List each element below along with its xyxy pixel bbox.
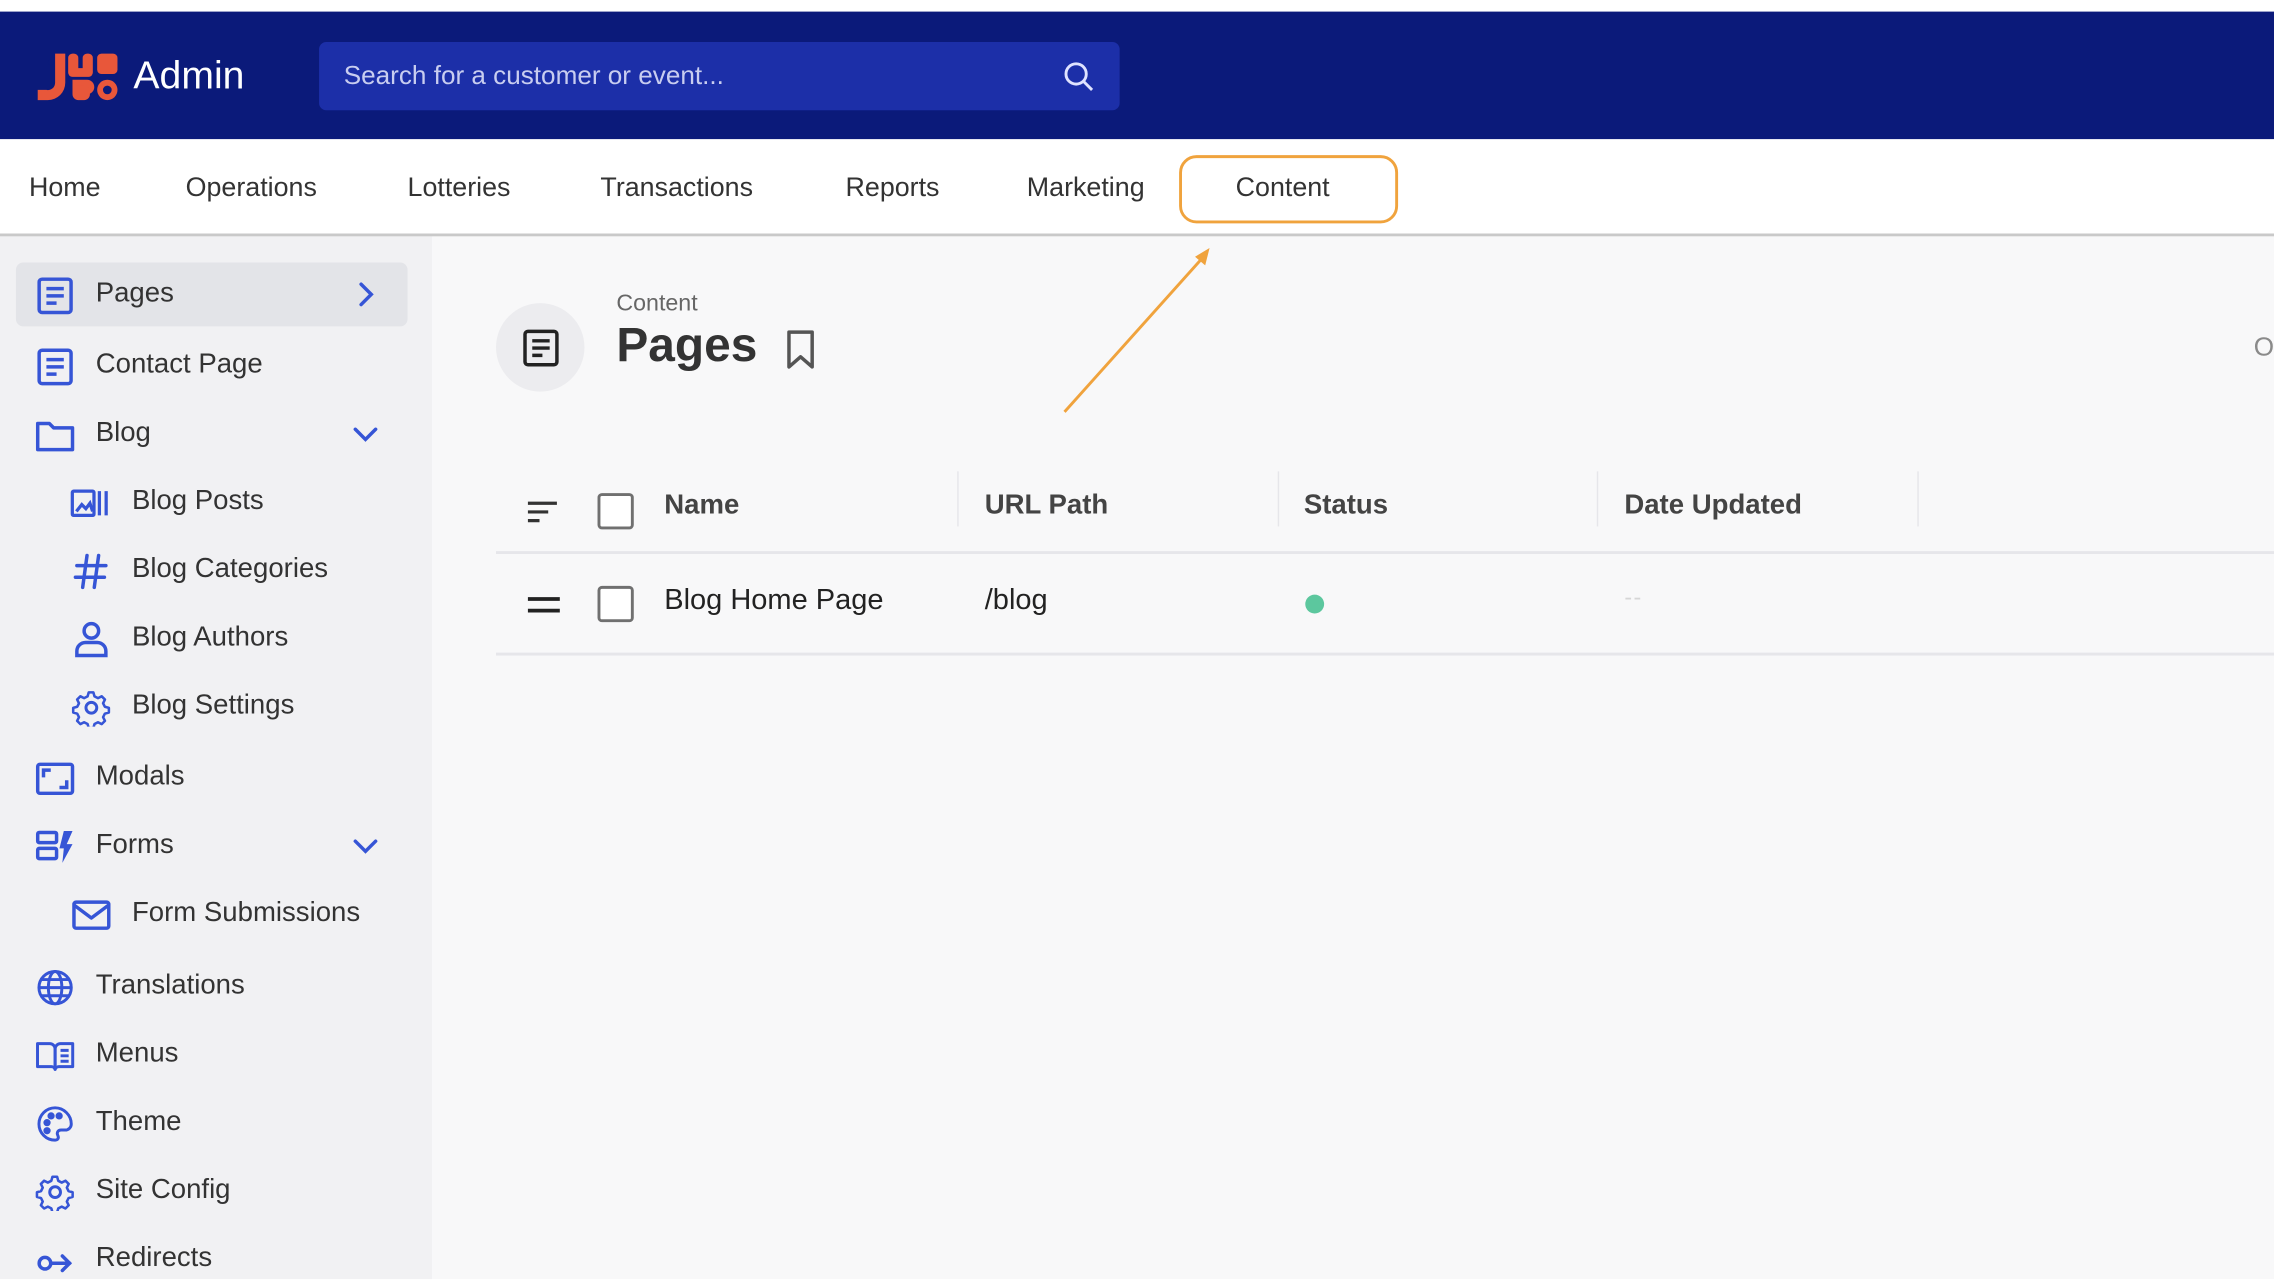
tab-operations[interactable]: Operations <box>186 171 317 203</box>
form-icon <box>35 830 73 863</box>
sidebar-item-blog-posts[interactable]: Blog Posts <box>16 470 408 534</box>
page-header-icon <box>496 303 585 392</box>
hash-icon <box>73 553 108 590</box>
app-header: Admin <box>0 11 2274 140</box>
sidebar-item-label: Blog Posts <box>131 485 264 517</box>
column-divider <box>1596 471 1599 527</box>
tab-home[interactable]: Home <box>29 171 101 203</box>
sidebar-item-site-config[interactable]: Site Config <box>16 1159 408 1223</box>
status-indicator <box>1305 594 1325 614</box>
sidebar-item-label: Theme <box>95 1106 182 1138</box>
sidebar-item-blog[interactable]: Blog <box>16 402 408 466</box>
app-window: Admin Home Operations Lotteries Transact… <box>0 0 2274 1280</box>
search-icon[interactable] <box>1062 59 1097 94</box>
sidebar-item-label: Blog Settings <box>131 690 295 721</box>
sidebar-item-modals[interactable]: Modals <box>16 745 408 809</box>
logo-icon <box>37 53 118 101</box>
search-input[interactable] <box>319 42 1045 111</box>
gear-icon <box>71 691 111 727</box>
row-date-updated: -- <box>1624 585 1643 611</box>
sidebar: Pages Contact Page Blog Blog Posts Blog … <box>0 236 433 1280</box>
top-strip <box>0 0 2274 12</box>
chevron-right-icon[interactable] <box>351 280 380 309</box>
sidebar-item-label: Form Submissions <box>131 897 361 929</box>
tab-transactions[interactable]: Transactions <box>600 171 753 203</box>
table-row[interactable]: Blog Home Page /blog -- <box>496 554 2274 656</box>
page-title: Pages <box>616 317 758 372</box>
sidebar-item-label: Forms <box>95 829 174 861</box>
sidebar-item-blog-categories[interactable]: Blog Categories <box>16 538 408 602</box>
folder-icon <box>35 421 75 452</box>
column-divider <box>1917 471 1919 527</box>
row-url-path: /blog <box>984 584 1048 617</box>
tab-lotteries[interactable]: Lotteries <box>408 171 511 203</box>
column-header-date-updated[interactable]: Date Updated <box>1624 490 1802 522</box>
book-icon <box>36 1042 75 1071</box>
row-name[interactable]: Blog Home Page <box>664 584 883 617</box>
tab-reports[interactable]: Reports <box>846 171 940 203</box>
column-header-url-path[interactable]: URL Path <box>985 490 1109 522</box>
sidebar-item-label: Contact Page <box>95 349 263 380</box>
sidebar-item-label: Pages <box>95 278 174 309</box>
sidebar-item-translations[interactable]: Translations <box>16 954 408 1018</box>
sidebar-item-label: Blog <box>95 417 151 449</box>
sidebar-item-contact-page[interactable]: Contact Page <box>16 334 408 398</box>
search-bar[interactable] <box>319 42 1120 111</box>
sidebar-item-label: Translations <box>95 970 245 1001</box>
main-content: Content Pages O Name URL Path Status Dat… <box>432 236 2274 1280</box>
sidebar-item-redirects[interactable]: Redirects <box>16 1227 408 1279</box>
drag-handle-icon[interactable] <box>526 595 561 615</box>
sidebar-item-blog-authors[interactable]: Blog Authors <box>16 606 408 670</box>
document-icon <box>37 348 73 386</box>
sidebar-item-label: Blog Authors <box>131 622 289 653</box>
select-all-checkbox[interactable] <box>597 493 634 530</box>
truncated-action[interactable]: O <box>2254 332 2274 362</box>
column-divider <box>957 471 959 527</box>
sidebar-item-label: Redirects <box>95 1242 213 1274</box>
sort-icon[interactable] <box>526 497 558 526</box>
globe-icon <box>37 970 73 1006</box>
tab-content[interactable]: Content <box>1236 171 1330 203</box>
sidebar-item-label: Menus <box>95 1038 179 1069</box>
palette-icon <box>37 1106 73 1142</box>
document-icon <box>523 329 559 367</box>
sidebar-item-pages[interactable]: Pages <box>15 262 408 327</box>
row-checkbox[interactable] <box>597 585 634 623</box>
column-header-status[interactable]: Status <box>1304 490 1388 522</box>
tab-marketing[interactable]: Marketing <box>1027 171 1145 203</box>
column-divider <box>1277 471 1280 527</box>
sidebar-item-blog-settings[interactable]: Blog Settings <box>16 674 408 738</box>
table-header: Name URL Path Status Date Updated <box>496 471 2274 555</box>
modal-icon <box>35 762 75 796</box>
document-icon <box>37 277 73 315</box>
gear-icon <box>35 1175 74 1212</box>
bookmark-icon[interactable] <box>783 329 818 370</box>
user-icon <box>75 621 108 658</box>
sidebar-item-form-submissions[interactable]: Form Submissions <box>16 882 408 946</box>
redirect-icon <box>37 1254 73 1273</box>
sidebar-item-forms[interactable]: Forms <box>16 814 408 878</box>
gallery-icon <box>70 489 108 518</box>
main-nav-tabs: Home Operations Lotteries Transactions R… <box>0 139 2274 237</box>
column-header-name[interactable]: Name <box>664 490 739 522</box>
sidebar-item-label: Blog Categories <box>131 554 329 585</box>
sidebar-item-label: Modals <box>95 761 185 792</box>
mail-icon <box>72 900 111 930</box>
sidebar-item-theme[interactable]: Theme <box>16 1091 408 1155</box>
sidebar-item-menus[interactable]: Menus <box>16 1022 408 1086</box>
sidebar-item-label: Site Config <box>95 1174 231 1206</box>
chevron-down-icon[interactable] <box>351 831 380 860</box>
chevron-down-icon[interactable] <box>351 419 380 448</box>
breadcrumb[interactable]: Content <box>616 292 697 318</box>
brand-title: Admin <box>133 53 245 98</box>
